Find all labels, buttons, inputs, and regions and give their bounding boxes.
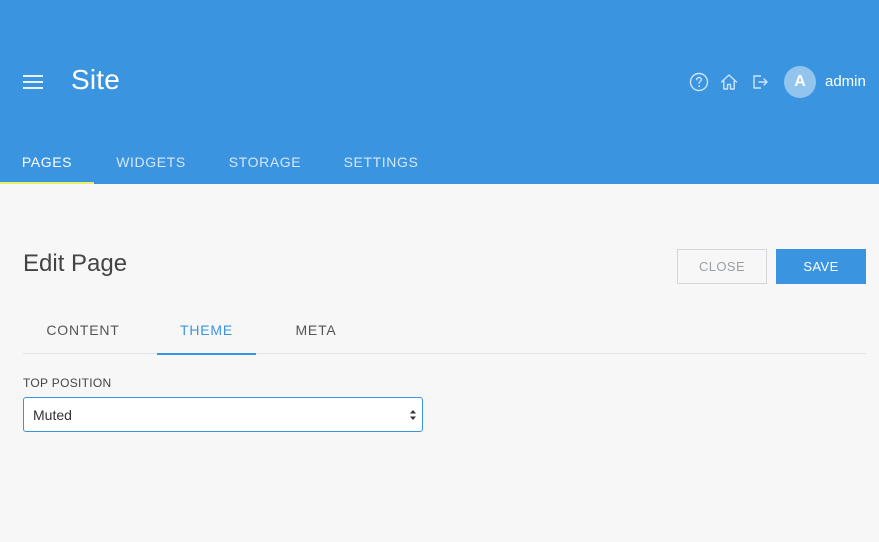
close-button[interactable]: CLOSE — [677, 249, 767, 284]
edit-tabs: CONTENT THEME META — [23, 306, 866, 355]
username[interactable]: admin — [825, 73, 866, 90]
site-title: Site — [71, 64, 121, 95]
nav-tab-settings[interactable]: SETTINGS — [336, 140, 426, 184]
logout-icon[interactable] — [750, 72, 770, 92]
tab-content[interactable]: CONTENT — [23, 306, 143, 354]
menu-icon[interactable] — [23, 73, 43, 89]
app-header: Site A admin PAGES WIDGETS STORAGE SETTI… — [0, 0, 879, 184]
select-arrows-icon — [410, 410, 416, 420]
help-icon[interactable] — [689, 72, 709, 92]
page-title: Edit Page — [23, 250, 128, 277]
nav-tab-storage[interactable]: STORAGE — [220, 140, 310, 184]
nav-tab-widgets[interactable]: WIDGETS — [106, 140, 196, 184]
home-icon[interactable] — [719, 72, 739, 92]
top-position-select[interactable]: Muted — [23, 397, 423, 432]
tab-meta[interactable]: META — [272, 306, 360, 354]
select-value: Muted — [33, 406, 72, 423]
nav-tab-pages[interactable]: PAGES — [0, 140, 94, 184]
top-position-label: TOP POSITION — [23, 376, 112, 390]
save-button[interactable]: SAVE — [776, 249, 866, 284]
tab-theme[interactable]: THEME — [157, 306, 256, 355]
main-nav: PAGES WIDGETS STORAGE SETTINGS — [0, 140, 879, 184]
avatar[interactable]: A — [784, 66, 816, 98]
